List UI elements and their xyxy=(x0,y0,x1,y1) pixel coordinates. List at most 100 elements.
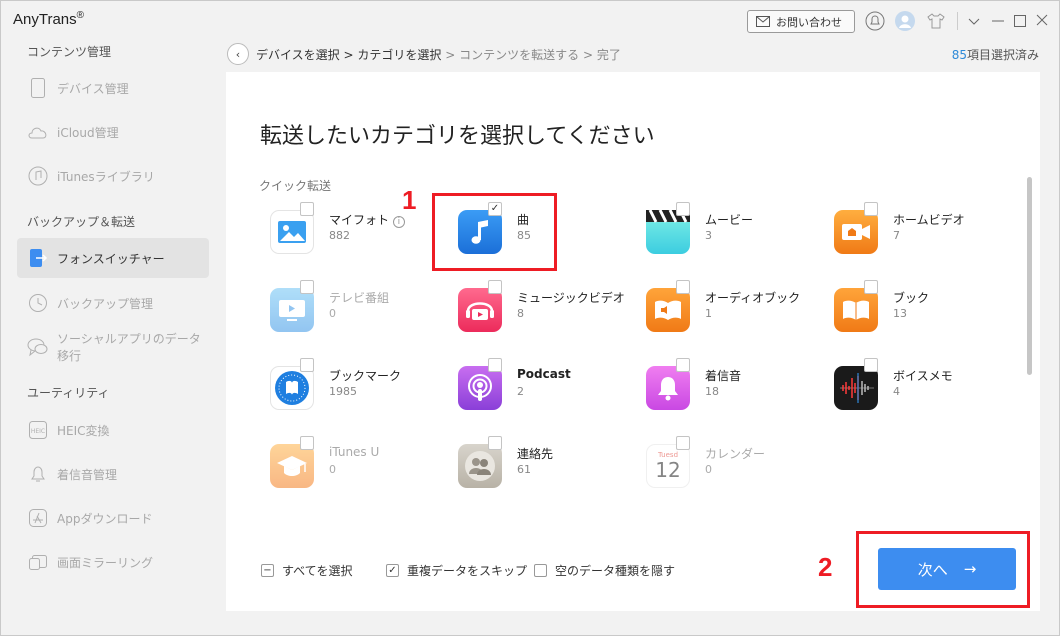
info-icon[interactable]: i xyxy=(392,216,405,228)
select-all-option[interactable]: − すべてを選択 xyxy=(261,562,352,579)
sidebar-item-heic[interactable]: HEIC HEIC変換 xyxy=(17,410,209,450)
maximize-icon[interactable] xyxy=(1013,11,1027,31)
category-checkbox[interactable] xyxy=(300,358,314,372)
select-all-checkbox[interactable]: − xyxy=(261,564,274,577)
sidebar-item-label: フォンスイッチャー xyxy=(57,251,165,266)
category-checkbox[interactable] xyxy=(300,280,314,294)
category-checkbox[interactable] xyxy=(488,436,502,450)
sidebar-item-screen-mirror[interactable]: 画面ミラーリング xyxy=(17,542,209,582)
bookmark-compass-icon xyxy=(270,366,314,410)
category-checkbox[interactable] xyxy=(676,280,690,294)
step1-number: 1 xyxy=(402,185,417,215)
contact-label: お問い合わせ xyxy=(776,15,842,29)
category-checkbox[interactable] xyxy=(676,202,690,216)
title-bar: AnyTrans® お問い合わせ xyxy=(1,1,1059,41)
breadcrumb-step-device[interactable]: デバイスを選択 xyxy=(256,48,340,62)
category-name: マイフォト i xyxy=(329,211,405,228)
category-checkbox[interactable] xyxy=(488,358,502,372)
contact-button[interactable]: お問い合わせ xyxy=(747,10,855,33)
sidebar-item-itunes-library[interactable]: iTunesライブラリ xyxy=(17,156,209,196)
selected-count: 85項目選択済み xyxy=(952,46,1039,63)
bell-icon xyxy=(27,463,49,485)
category-checkbox[interactable] xyxy=(864,358,878,372)
sidebar-item-backup[interactable]: バックアップ管理 xyxy=(17,283,209,323)
notification-bell-icon[interactable] xyxy=(865,11,885,31)
calendar-date: 12 xyxy=(655,458,681,482)
category-count: 13 xyxy=(893,307,907,320)
sidebar-item-device[interactable]: デバイス管理 xyxy=(17,68,209,108)
category-count: 3 xyxy=(705,229,712,242)
category-checkbox[interactable] xyxy=(300,202,314,216)
audiobook-icon xyxy=(646,288,690,332)
minimize-icon[interactable] xyxy=(991,11,1005,31)
close-icon[interactable] xyxy=(1035,11,1049,31)
cloud-icon xyxy=(27,121,49,143)
tv-icon xyxy=(270,288,314,332)
sidebar-item-label: HEIC変換 xyxy=(57,423,110,438)
sidebar-item-social-transfer[interactable]: ソーシャルアプリのデータ移行 xyxy=(17,327,209,367)
category-checkbox[interactable] xyxy=(676,436,690,450)
category-tv-shows[interactable]: テレビ番組 0 xyxy=(270,280,450,336)
category-name: 着信音 xyxy=(705,369,742,383)
category-movies[interactable]: ムービー 3 xyxy=(646,202,826,258)
category-itunes-u[interactable]: iTunes U 0 xyxy=(270,436,450,492)
hide-empty-label: 空のデータ種類を隠す xyxy=(555,564,676,578)
category-checkbox[interactable] xyxy=(864,202,878,216)
calendar-icon: Tuesd 12 xyxy=(646,444,690,488)
skin-shirt-icon[interactable] xyxy=(926,11,946,31)
category-checkbox[interactable] xyxy=(864,280,878,294)
category-books[interactable]: ブック 13 xyxy=(834,280,1014,336)
music-video-icon xyxy=(458,288,502,332)
back-button[interactable]: ‹ xyxy=(227,43,249,65)
chevron-left-icon: ‹ xyxy=(235,47,241,61)
category-count: 1985 xyxy=(329,385,357,398)
category-ringtones[interactable]: 着信音 18 xyxy=(646,358,826,414)
category-home-video[interactable]: ホームビデオ 7 xyxy=(834,202,1014,258)
quick-transfer-label: クイック転送 xyxy=(259,179,332,193)
category-count: 1 xyxy=(705,307,712,320)
breadcrumb-separator: > xyxy=(445,48,456,62)
step1-highlight xyxy=(432,193,557,271)
category-bookmarks[interactable]: ブックマーク 1985 xyxy=(270,358,450,414)
app-store-icon xyxy=(27,507,49,529)
sidebar-item-ringtone[interactable]: 着信音管理 xyxy=(17,454,209,494)
section-label-content: コンテンツ管理 xyxy=(27,45,112,59)
category-music-video[interactable]: ミュージックビデオ 8 xyxy=(458,280,638,336)
app-title: AnyTrans® xyxy=(13,10,85,28)
category-photos[interactable]: マイフォト i 882 xyxy=(270,202,450,258)
skip-duplicates-checkbox[interactable]: ✓ xyxy=(386,564,399,577)
category-count: 882 xyxy=(329,229,350,242)
next-button[interactable]: 次へ → xyxy=(878,548,1016,590)
scrollbar[interactable] xyxy=(1027,177,1032,375)
category-name: Podcast xyxy=(517,367,571,381)
category-calendar[interactable]: Tuesd 12 カレンダー 0 xyxy=(646,436,826,492)
category-count: 4 xyxy=(893,385,900,398)
sidebar-item-label: 着信音管理 xyxy=(57,467,118,482)
hide-empty-checkbox[interactable] xyxy=(534,564,547,577)
sidebar-item-icloud[interactable]: iCloud管理 xyxy=(17,112,209,152)
sidebar-item-phone-switcher[interactable]: フォンスイッチャー xyxy=(17,238,209,278)
category-audiobook[interactable]: オーディオブック 1 xyxy=(646,280,826,336)
sidebar-item-app-download[interactable]: Appダウンロード xyxy=(17,498,209,538)
category-checkbox[interactable] xyxy=(300,436,314,450)
category-podcast[interactable]: Podcast 2 xyxy=(458,358,638,414)
heic-icon: HEIC xyxy=(27,419,49,441)
category-checkbox[interactable] xyxy=(676,358,690,372)
category-voice-memos[interactable]: ボイスメモ 4 xyxy=(834,358,1014,414)
category-contacts[interactable]: 連絡先 61 xyxy=(458,436,638,492)
skip-duplicates-option[interactable]: ✓ 重複データをスキップ xyxy=(386,562,527,579)
clapperboard-icon xyxy=(646,210,690,254)
category-name: カレンダー xyxy=(705,447,766,461)
category-name: オーディオブック xyxy=(705,291,801,305)
chevron-down-icon[interactable] xyxy=(967,11,981,31)
sidebar-item-label: ソーシャルアプリのデータ移行 xyxy=(57,332,201,363)
category-checkbox[interactable] xyxy=(488,280,502,294)
hide-empty-option[interactable]: 空のデータ種類を隠す xyxy=(534,562,675,579)
itunes-u-icon xyxy=(270,444,314,488)
chat-bubble-icon xyxy=(27,336,49,358)
category-count: 61 xyxy=(517,463,531,476)
category-name: 連絡先 xyxy=(517,447,554,461)
selected-count-suffix: 項目選択済み xyxy=(966,48,1039,62)
podcast-icon xyxy=(458,366,502,410)
user-avatar-icon[interactable] xyxy=(895,11,915,31)
